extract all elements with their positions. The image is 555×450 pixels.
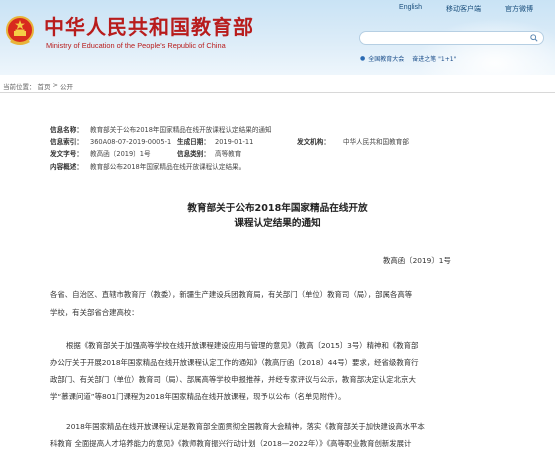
national-emblem-icon [6, 16, 34, 45]
search-icon[interactable] [530, 34, 538, 42]
site-header: 中华人民共和国教育部 Ministry of Education of the … [0, 0, 555, 75]
article-paragraph-line: 科教育 全面提高人才培养能力的意见》《教师教育振兴行动计划（2018—2022年… [50, 439, 412, 448]
info-org-label: 发文机构： [297, 138, 330, 147]
info-summary-label: 内容概述： [50, 162, 83, 171]
info-summary-value: 教育部公布2018年国家精品在线开放课程认定结果。 [90, 162, 246, 171]
info-org-value: 中华人民共和国教育部 [343, 138, 409, 147]
info-title-value: 教育部关于公布2018年国家精品在线开放课程认定结果的通知 [90, 126, 272, 134]
search-input[interactable] [359, 31, 544, 45]
breadcrumb-separator: > [52, 81, 58, 89]
topic-links: ● 全国教育大会 奋进之笔 "1+1" [360, 54, 456, 63]
info-category-label: 信息类别： [177, 150, 210, 159]
breadcrumb-current-link[interactable]: 公开 [60, 81, 73, 91]
english-link[interactable]: English [387, 4, 434, 14]
info-index-value: 360A08-07-2019-0005-1 [90, 138, 172, 147]
info-row-doc: 发文字号： 教高函〔2019〕1号 信息类别： 高等教育 [50, 148, 530, 160]
info-index-label: 信息索引： [50, 138, 83, 147]
article-title-line1: 教育部关于公布2018年国家精品在线开放 [187, 203, 368, 214]
article-paragraph-line: 各省、自治区、直辖市教育厅（教委），新疆生产建设兵团教育局，有关部门（单位）教育… [50, 290, 413, 299]
document-number: 教高函〔2019〕1号 [383, 256, 451, 265]
info-title-label: 信息名称： [50, 126, 83, 134]
article-title-line2: 课程认定结果的通知 [234, 218, 321, 229]
bullet-icon: ● [360, 55, 366, 62]
mobile-client-link[interactable]: 移动客户端 [434, 4, 493, 14]
breadcrumb-prefix: 当前位置： [3, 83, 36, 91]
breadcrumb-home-link[interactable]: 首页 [38, 81, 51, 91]
info-date-label: 生成日期： [177, 138, 210, 147]
article-paragraph-line: 政部门、有关部门（单位）教育司（局）、部属高等学校申报推荐，并经专家评议与公示，… [50, 375, 416, 384]
info-row-title: 信息名称： 教育部关于公布2018年国家精品在线开放课程认定结果的通知 [50, 124, 530, 136]
info-doc-label: 发文字号： [50, 150, 83, 159]
breadcrumb: 当前位置： 首页 > 公开 [3, 81, 73, 91]
info-row-index: 信息索引： 360A08-07-2019-0005-1 生成日期： 2019-0… [50, 136, 530, 148]
header-glow [415, 18, 555, 75]
topic-link-education-conference[interactable]: 全国教育大会 [368, 54, 404, 63]
info-category-value: 高等教育 [215, 150, 242, 159]
info-row-summary: 内容概述： 教育部公布2018年国家精品在线开放课程认定结果。 [50, 161, 530, 173]
article-paragraph-line: 学“慕课问道”等801门课程为2018年国家精品在线开放课程，现予以公布（名单见… [50, 392, 346, 401]
header-links: English 移动客户端 官方微博 [387, 4, 545, 14]
info-date-value: 2019-01-11 [215, 138, 254, 147]
site-logo-title[interactable]: 中华人民共和国教育部 [44, 15, 254, 39]
header-divider [0, 92, 555, 93]
site-logo-subtitle: Ministry of Education of the People's Re… [46, 41, 226, 50]
official-weibo-link[interactable]: 官方微博 [493, 4, 545, 14]
topic-link-striving[interactable]: 奋进之笔 "1+1" [412, 54, 456, 63]
article-paragraph-line: 学校，有关部省合建高校： [50, 308, 139, 317]
info-doc-value: 教高函〔2019〕1号 [90, 150, 151, 159]
document-info-table: 信息名称： 教育部关于公布2018年国家精品在线开放课程认定结果的通知 信息索引… [50, 124, 530, 173]
article-paragraph-line: 2018年国家精品在线开放课程认定是教育部全面贯彻全国教育大会精神，落实《教育部… [66, 422, 425, 431]
article-paragraph-line: 办公厅关于开展2018年国家精品在线开放课程认定工作的通知》（教高厅函〔2018… [50, 358, 419, 367]
article-paragraph-line: 根据《教育部关于加强高等学校在线开放课程建设应用与管理的意见》（教高〔2015〕… [66, 341, 419, 350]
